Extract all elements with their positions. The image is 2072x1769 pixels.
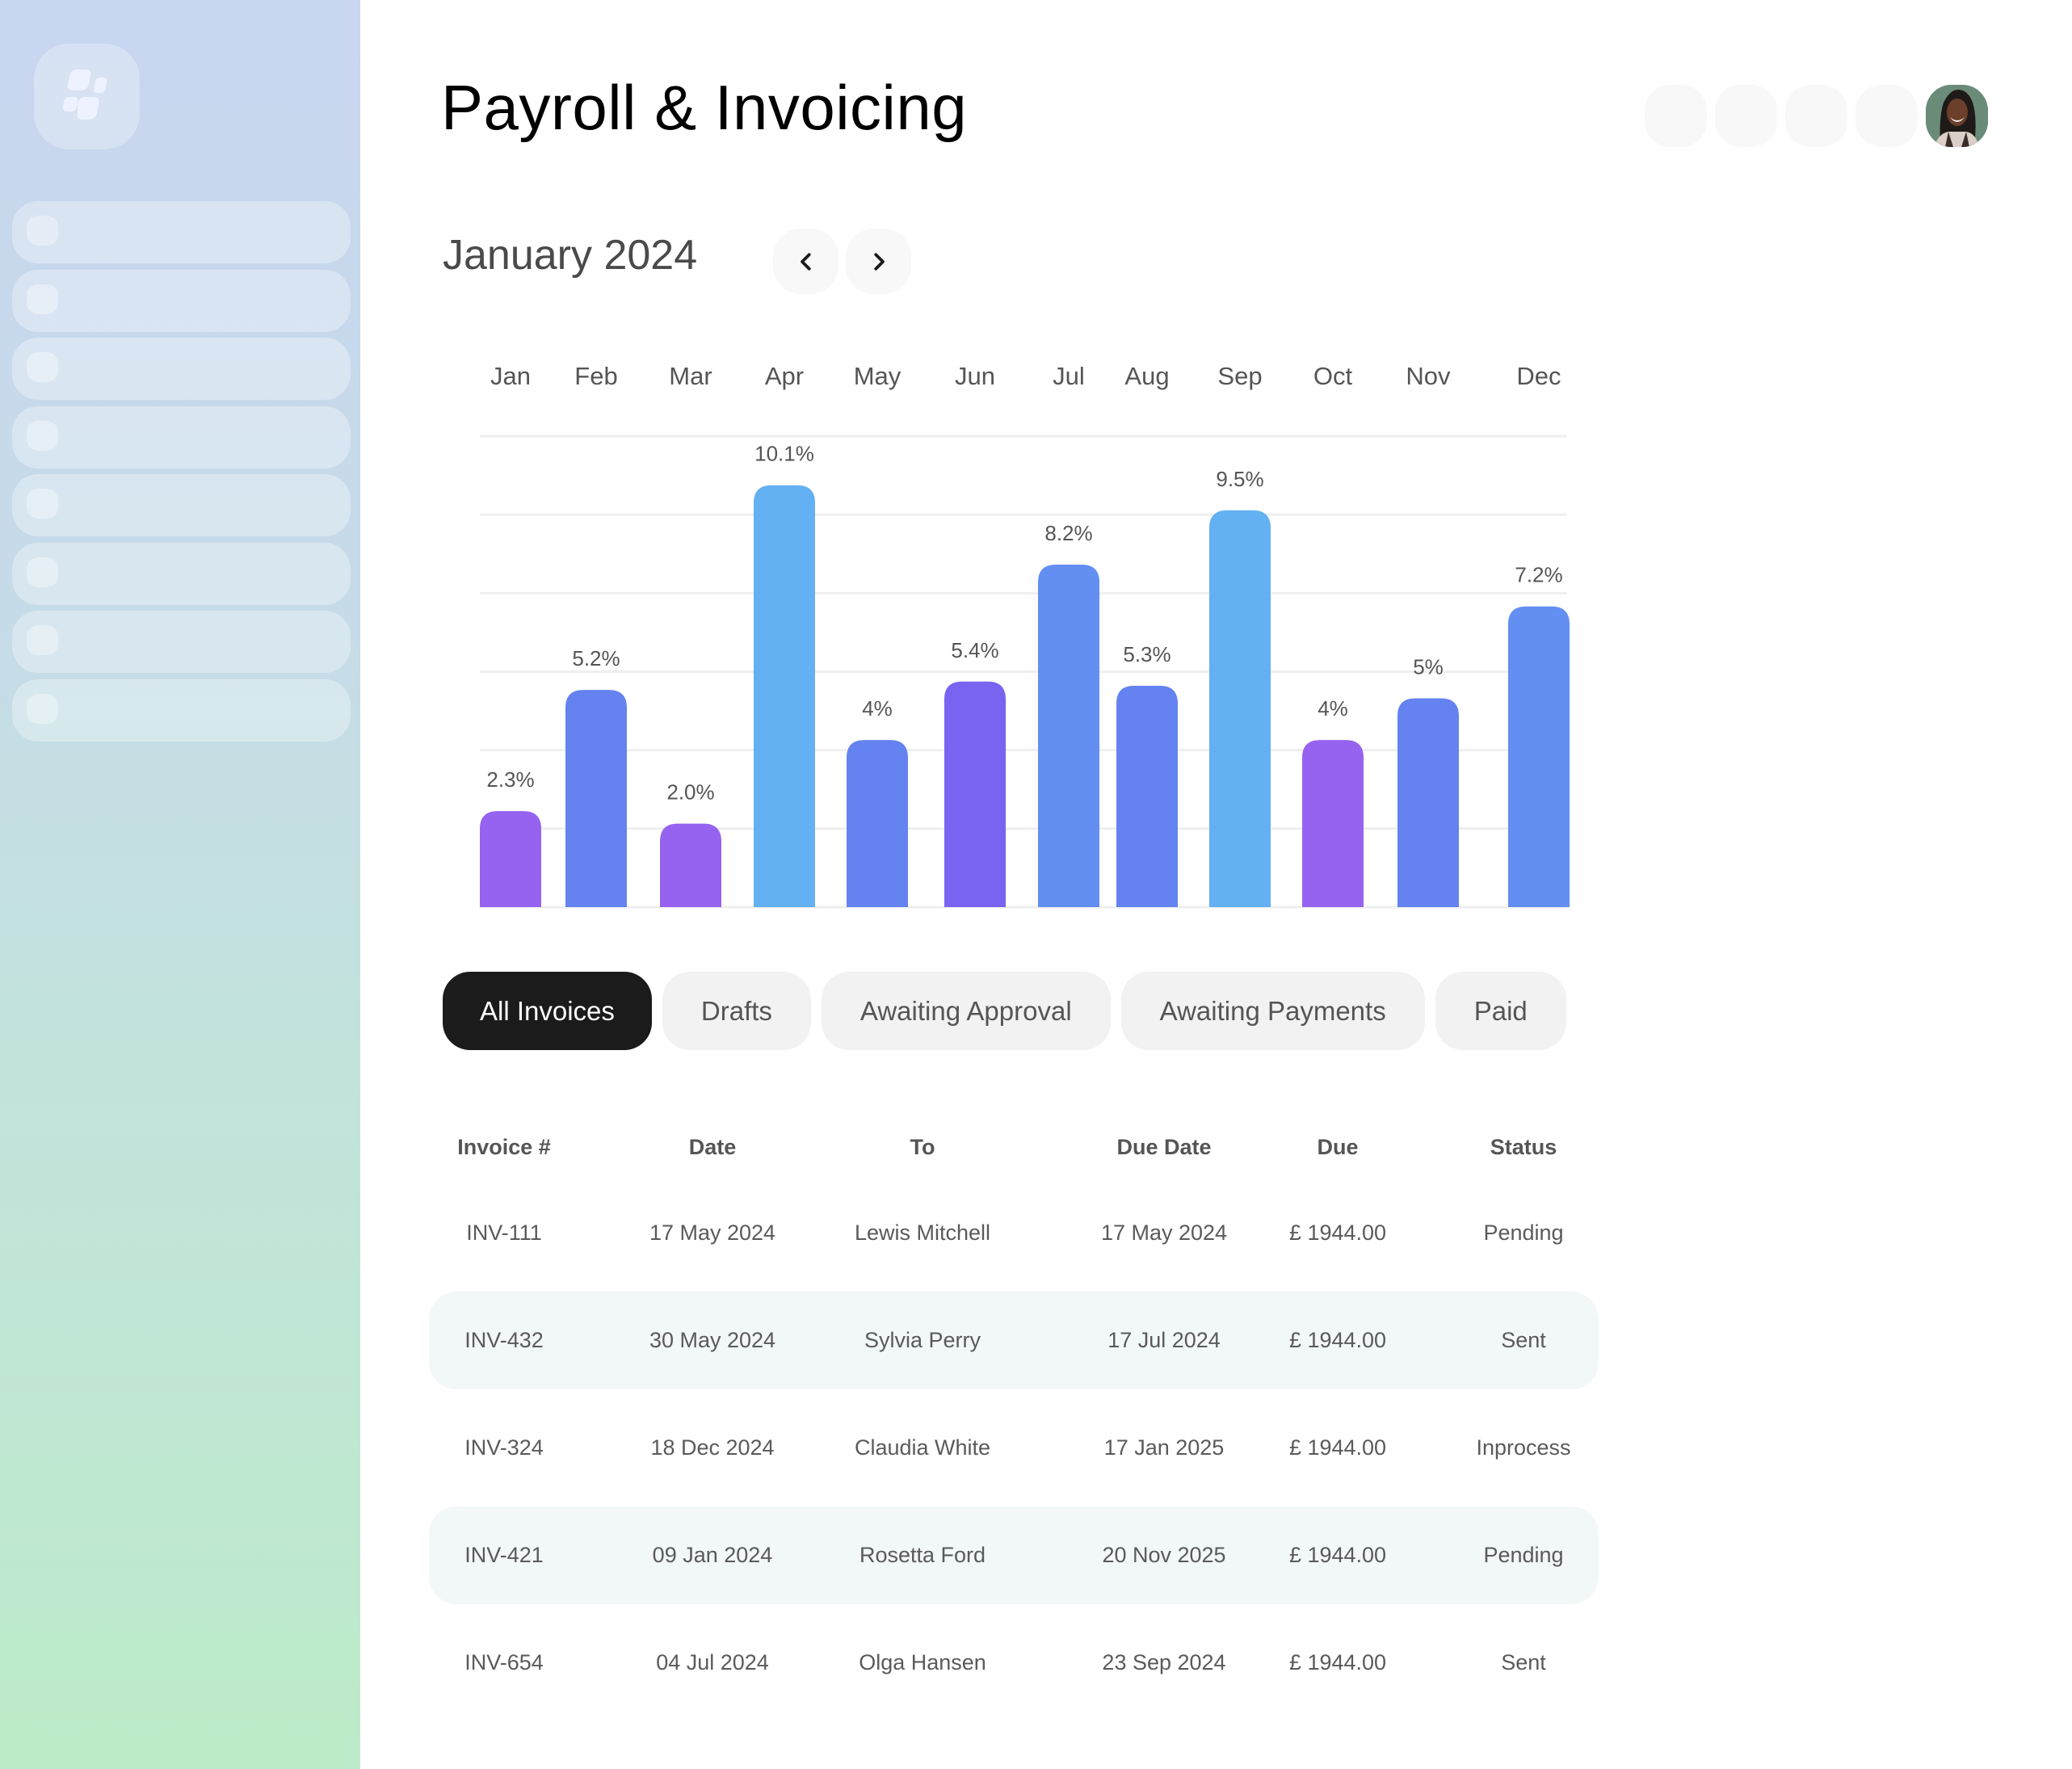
status-cell: Pending xyxy=(1483,1221,1564,1245)
table-row[interactable]: INV-432 30 May 2024 Sylvia Perry 17 Jul 202… xyxy=(429,1287,1599,1394)
chart-canvas: Jan 2.3% Feb 5.2% Mar 2.0% Apr 10.1% May 4% Jun 5.4… xyxy=(480,362,1570,909)
month-label: Mar xyxy=(669,362,712,390)
invoice-number-cell: INV-432 xyxy=(464,1328,544,1352)
column-header[interactable]: Invoice # xyxy=(429,1115,579,1179)
chart-bar[interactable] xyxy=(1508,606,1570,907)
bar-value-label: 8.2% xyxy=(1044,521,1092,545)
bar-value-label: 10.1% xyxy=(754,442,814,466)
month-label: May xyxy=(854,362,902,390)
month-label: Nov xyxy=(1406,362,1451,390)
month-label: Dec xyxy=(1516,362,1561,390)
column-header[interactable]: Status xyxy=(1390,1115,1657,1179)
tab-awaiting-payments[interactable]: Awaiting Payments xyxy=(1120,972,1425,1050)
month-label: Jan xyxy=(490,362,531,390)
chart-bar[interactable] xyxy=(1116,685,1178,907)
month-label: Jul xyxy=(1053,362,1085,390)
table-row[interactable]: INV-421 09 Jan 2024 Rosetta Ford 20 Nov 202… xyxy=(429,1502,1599,1609)
chart-bar[interactable] xyxy=(847,740,908,907)
status-cell: Inprocess xyxy=(1476,1435,1571,1460)
bar-value-label: 5.3% xyxy=(1123,642,1170,666)
invoice-filter-tabs: All Invoices Drafts Awaiting Approval Await… xyxy=(443,972,1566,1050)
chart-bar[interactable] xyxy=(1302,740,1364,907)
table-header: Invoice # Date To Due Date Due Status xyxy=(429,1115,1599,1179)
bar-value-label: 5% xyxy=(1413,654,1444,679)
invoice-number-cell: INV-324 xyxy=(464,1435,544,1460)
status-cell: Sent xyxy=(1501,1650,1546,1674)
invoices-table: Invoice # Date To Due Date Due Status INV-111… xyxy=(429,1115,1599,1716)
chart-bar[interactable] xyxy=(565,690,627,907)
chart-bar[interactable] xyxy=(944,681,1006,907)
month-label: Sep xyxy=(1217,362,1262,390)
tab-all-invoices[interactable]: All Invoices xyxy=(443,972,652,1050)
column-header[interactable]: To xyxy=(789,1115,1056,1179)
bar-value-label: 2.0% xyxy=(666,780,714,805)
invoice-number-cell: INV-111 xyxy=(466,1221,542,1245)
table-row[interactable]: INV-654 04 Jul 2024 Olga Hansen 23 Sep 2024… xyxy=(429,1609,1599,1716)
month-label: Feb xyxy=(574,362,617,390)
status-cell: Pending xyxy=(1483,1543,1564,1567)
recipient-cell: Olga Hansen xyxy=(859,1650,986,1674)
chart-bar[interactable] xyxy=(480,811,541,907)
tab-drafts[interactable]: Drafts xyxy=(662,972,811,1050)
monthly-bar-chart: Jan 2.3% Feb 5.2% Mar 2.0% Apr 10.1% May 4% Jun 5.4… xyxy=(0,0,2072,937)
tab-awaiting-approval[interactable]: Awaiting Approval xyxy=(821,972,1111,1050)
chart-bar[interactable] xyxy=(1209,510,1271,907)
table-row[interactable]: INV-111 17 May 2024 Lewis Mitchell 17 May 2… xyxy=(429,1179,1599,1287)
bar-value-label: 4% xyxy=(862,696,893,721)
month-label: Jun xyxy=(955,362,995,390)
status-cell: Sent xyxy=(1501,1328,1546,1352)
recipient-cell: Sylvia Perry xyxy=(864,1328,981,1352)
recipient-cell: Lewis Mitchell xyxy=(854,1221,991,1245)
recipient-cell: Rosetta Ford xyxy=(859,1543,986,1567)
table-body: INV-111 17 May 2024 Lewis Mitchell 17 May 2… xyxy=(429,1179,1599,1716)
bar-value-label: 9.5% xyxy=(1216,467,1263,491)
tab-paid[interactable]: Paid xyxy=(1435,972,1566,1050)
invoice-number-cell: INV-654 xyxy=(464,1650,544,1674)
bar-value-label: 5.2% xyxy=(572,646,620,670)
table-row[interactable]: INV-324 18 Dec 2024 Claudia White 17 Jan 20… xyxy=(429,1394,1599,1502)
month-label: Oct xyxy=(1313,362,1353,390)
recipient-cell: Claudia White xyxy=(854,1435,991,1460)
chart-bar[interactable] xyxy=(660,823,721,907)
bar-value-label: 2.3% xyxy=(486,767,534,792)
bar-value-label: 7.2% xyxy=(1515,563,1562,587)
month-label: Aug xyxy=(1124,362,1169,390)
chart-bar[interactable] xyxy=(1397,698,1459,907)
invoice-number-cell: INV-421 xyxy=(464,1543,544,1567)
bar-value-label: 5.4% xyxy=(951,638,998,662)
chart-bar[interactable] xyxy=(1038,564,1099,907)
bar-value-label: 4% xyxy=(1318,696,1348,721)
chart-bar[interactable] xyxy=(754,485,815,907)
month-label: Apr xyxy=(765,362,804,390)
